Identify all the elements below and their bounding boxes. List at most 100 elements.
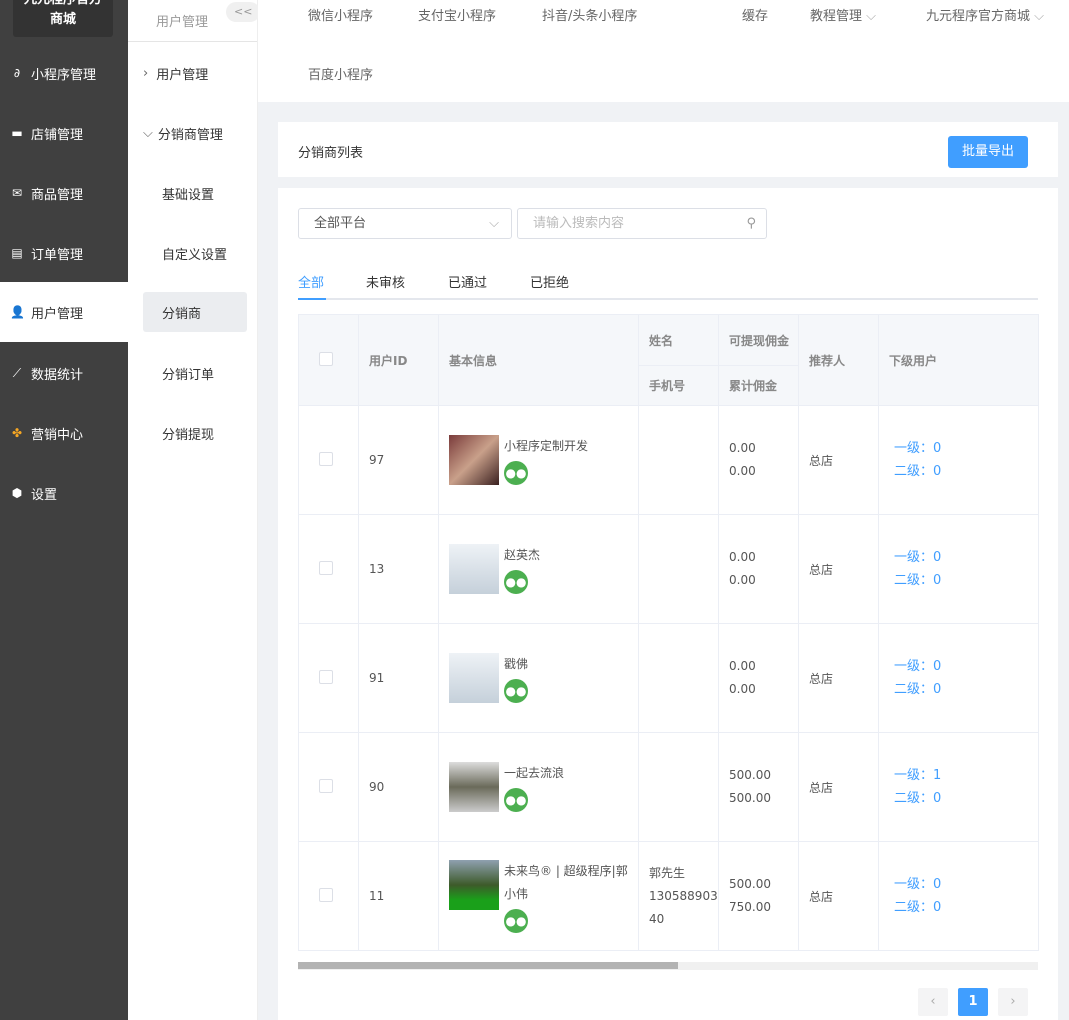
wechat-icon: ●● bbox=[504, 679, 528, 703]
wechat-icon: ●● bbox=[504, 461, 528, 485]
label: 订单管理 bbox=[31, 247, 84, 263]
chevron-down-icon: ⌵ bbox=[1034, 9, 1045, 24]
phone: 13058890340 bbox=[649, 888, 718, 926]
collapse-button[interactable]: << bbox=[226, 2, 260, 22]
referrer: 总店 bbox=[798, 623, 879, 733]
subnav-withdrawals[interactable]: 分销提现 bbox=[143, 413, 247, 453]
list-header: 分销商列表 批量导出 bbox=[278, 122, 1058, 177]
tab-approved[interactable]: 已通过 bbox=[448, 272, 487, 291]
topnav-wechat[interactable]: 微信小程序 bbox=[308, 5, 373, 24]
avatar bbox=[449, 653, 499, 703]
level2-link[interactable]: 二级：0 bbox=[889, 678, 1038, 701]
label: 教程管理 bbox=[810, 9, 863, 24]
row-checkbox[interactable] bbox=[319, 560, 333, 575]
select-all-checkbox[interactable] bbox=[319, 351, 333, 366]
level1-link[interactable]: 一级：0 bbox=[889, 546, 1038, 569]
sidebar-item-stats[interactable]: ⟋ 数据统计 bbox=[0, 343, 128, 403]
subnav-distribution-orders[interactable]: 分销订单 bbox=[143, 353, 247, 393]
label: 数据统计 bbox=[31, 367, 84, 383]
export-button[interactable]: 批量导出 bbox=[948, 136, 1028, 168]
nickname: 赵英杰 bbox=[504, 548, 541, 562]
avatar bbox=[449, 859, 499, 910]
chart-icon: ⟋ bbox=[12, 365, 22, 380]
topnav-douyin[interactable]: 抖音/头条小程序 bbox=[542, 5, 637, 24]
sidebar-item-marketing[interactable]: ✤ 营销中心 bbox=[0, 403, 128, 463]
topnav-baidu[interactable]: 百度小程序 bbox=[308, 64, 373, 83]
col-info: 基本信息 bbox=[438, 314, 639, 406]
total-commission: 0.00 bbox=[729, 682, 756, 696]
topnav-alipay[interactable]: 支付宝小程序 bbox=[418, 5, 496, 24]
referrer: 总店 bbox=[798, 732, 879, 842]
level1-link[interactable]: 一级：0 bbox=[889, 437, 1038, 460]
nickname: 未来鸟® | 超级程序|郭小伟 bbox=[504, 863, 628, 901]
sidebar-item-goods[interactable]: ✉ 商品管理 bbox=[0, 163, 128, 223]
wechat-icon: ●● bbox=[504, 570, 528, 594]
sidebar-item-store[interactable]: ▬ 店铺管理 bbox=[0, 103, 128, 163]
level2-link[interactable]: 二级：0 bbox=[889, 787, 1038, 810]
link-icon: ∂ bbox=[13, 66, 21, 80]
tab-pending[interactable]: 未审核 bbox=[366, 272, 405, 291]
sidebar-item-settings[interactable]: ⬢ 设置 bbox=[0, 463, 128, 523]
level1-link[interactable]: 一级：1 bbox=[889, 764, 1038, 787]
col-id: 用户ID bbox=[358, 314, 439, 406]
row-checkbox[interactable] bbox=[319, 451, 333, 466]
col-phone: 手机号 bbox=[638, 365, 719, 406]
level2-link[interactable]: 二级：0 bbox=[889, 896, 1038, 919]
prev-page-button[interactable]: ‹ bbox=[918, 988, 948, 1016]
subnav-user-manage[interactable]: › 用户管理 bbox=[143, 53, 247, 93]
sidebar-item-orders[interactable]: ▤ 订单管理 bbox=[0, 223, 128, 283]
level2-link[interactable]: 二级：0 bbox=[889, 460, 1038, 483]
subnav-custom-settings[interactable]: 自定义设置 bbox=[143, 233, 247, 273]
search-icon: ⚲ bbox=[746, 216, 756, 231]
user-id: 97 bbox=[358, 405, 439, 515]
level2-link[interactable]: 二级：0 bbox=[889, 569, 1038, 592]
subnav-basic-settings[interactable]: 基础设置 bbox=[143, 173, 247, 213]
page-1-button[interactable]: 1 bbox=[958, 988, 988, 1016]
nickname: 一起去流浪 bbox=[504, 766, 565, 780]
real-name: 郭先生 bbox=[649, 865, 686, 880]
subnav-distributors[interactable]: 分销商 bbox=[143, 292, 247, 332]
horizontal-scrollbar[interactable] bbox=[298, 962, 1038, 970]
withdrawable-commission: 0.00 bbox=[729, 550, 756, 564]
total-commission: 750.00 bbox=[729, 900, 771, 914]
label: 营销中心 bbox=[31, 427, 84, 443]
chevron-down-icon: ⌵ bbox=[489, 216, 499, 231]
referrer: 总店 bbox=[798, 405, 879, 515]
referrer: 总店 bbox=[798, 514, 879, 624]
table-row: 11 未来鸟® | 超级程序|郭小伟 ●● 郭先生 13058890340 500.… bbox=[298, 841, 1039, 951]
row-checkbox[interactable] bbox=[319, 887, 333, 902]
table-row: 13 赵英杰 ●● 0.00 0.00 总店 一级：0 二级：0 bbox=[298, 514, 1039, 624]
referrer: 总店 bbox=[798, 841, 879, 951]
user-id: 13 bbox=[358, 514, 439, 624]
level1-link[interactable]: 一级：0 bbox=[889, 873, 1038, 896]
label: 设置 bbox=[31, 487, 58, 503]
avatar bbox=[449, 435, 499, 485]
topnav-cache[interactable]: 缓存 bbox=[742, 5, 768, 24]
col-total: 累计佣金 bbox=[718, 365, 799, 406]
sidebar-item-miniprogram[interactable]: ∂ 小程序管理 bbox=[0, 43, 128, 103]
sidebar-item-users[interactable]: 👤 用户管理 bbox=[0, 282, 128, 342]
level1-link[interactable]: 一级：0 bbox=[889, 655, 1038, 678]
logo: 九元程序官方商城 bbox=[13, 0, 113, 37]
next-page-button[interactable]: › bbox=[998, 988, 1028, 1016]
avatar bbox=[449, 762, 499, 812]
col-ref: 推荐人 bbox=[798, 314, 879, 406]
platform-select[interactable]: 全部平台 ⌵ bbox=[298, 208, 512, 239]
row-checkbox[interactable] bbox=[319, 669, 333, 684]
search-input[interactable]: 请输入搜索内容 ⚲ bbox=[517, 208, 767, 239]
topnav-shop[interactable]: 九元程序官方商城 ⌵ bbox=[926, 5, 1044, 24]
row-checkbox[interactable] bbox=[319, 778, 333, 793]
topnav-tutorial[interactable]: 教程管理 ⌵ bbox=[810, 5, 876, 24]
scrollbar-thumb[interactable] bbox=[298, 962, 678, 969]
withdrawable-commission: 0.00 bbox=[729, 441, 756, 455]
order-icon: ▤ bbox=[11, 246, 23, 260]
label: 分销商管理 bbox=[157, 127, 223, 143]
tab-rejected[interactable]: 已拒绝 bbox=[530, 272, 569, 291]
marketing-icon: ✤ bbox=[11, 426, 23, 440]
store-icon: ▬ bbox=[11, 126, 23, 140]
table-row: 90 一起去流浪 ●● 500.00 500.00 总店 一级：1 二级：0 bbox=[298, 732, 1039, 842]
user-icon: 👤 bbox=[10, 305, 25, 319]
user-id: 90 bbox=[358, 732, 439, 842]
tab-all[interactable]: 全部 bbox=[298, 272, 324, 291]
subnav-distributor-manage[interactable]: ⌵ 分销商管理 bbox=[143, 113, 247, 153]
